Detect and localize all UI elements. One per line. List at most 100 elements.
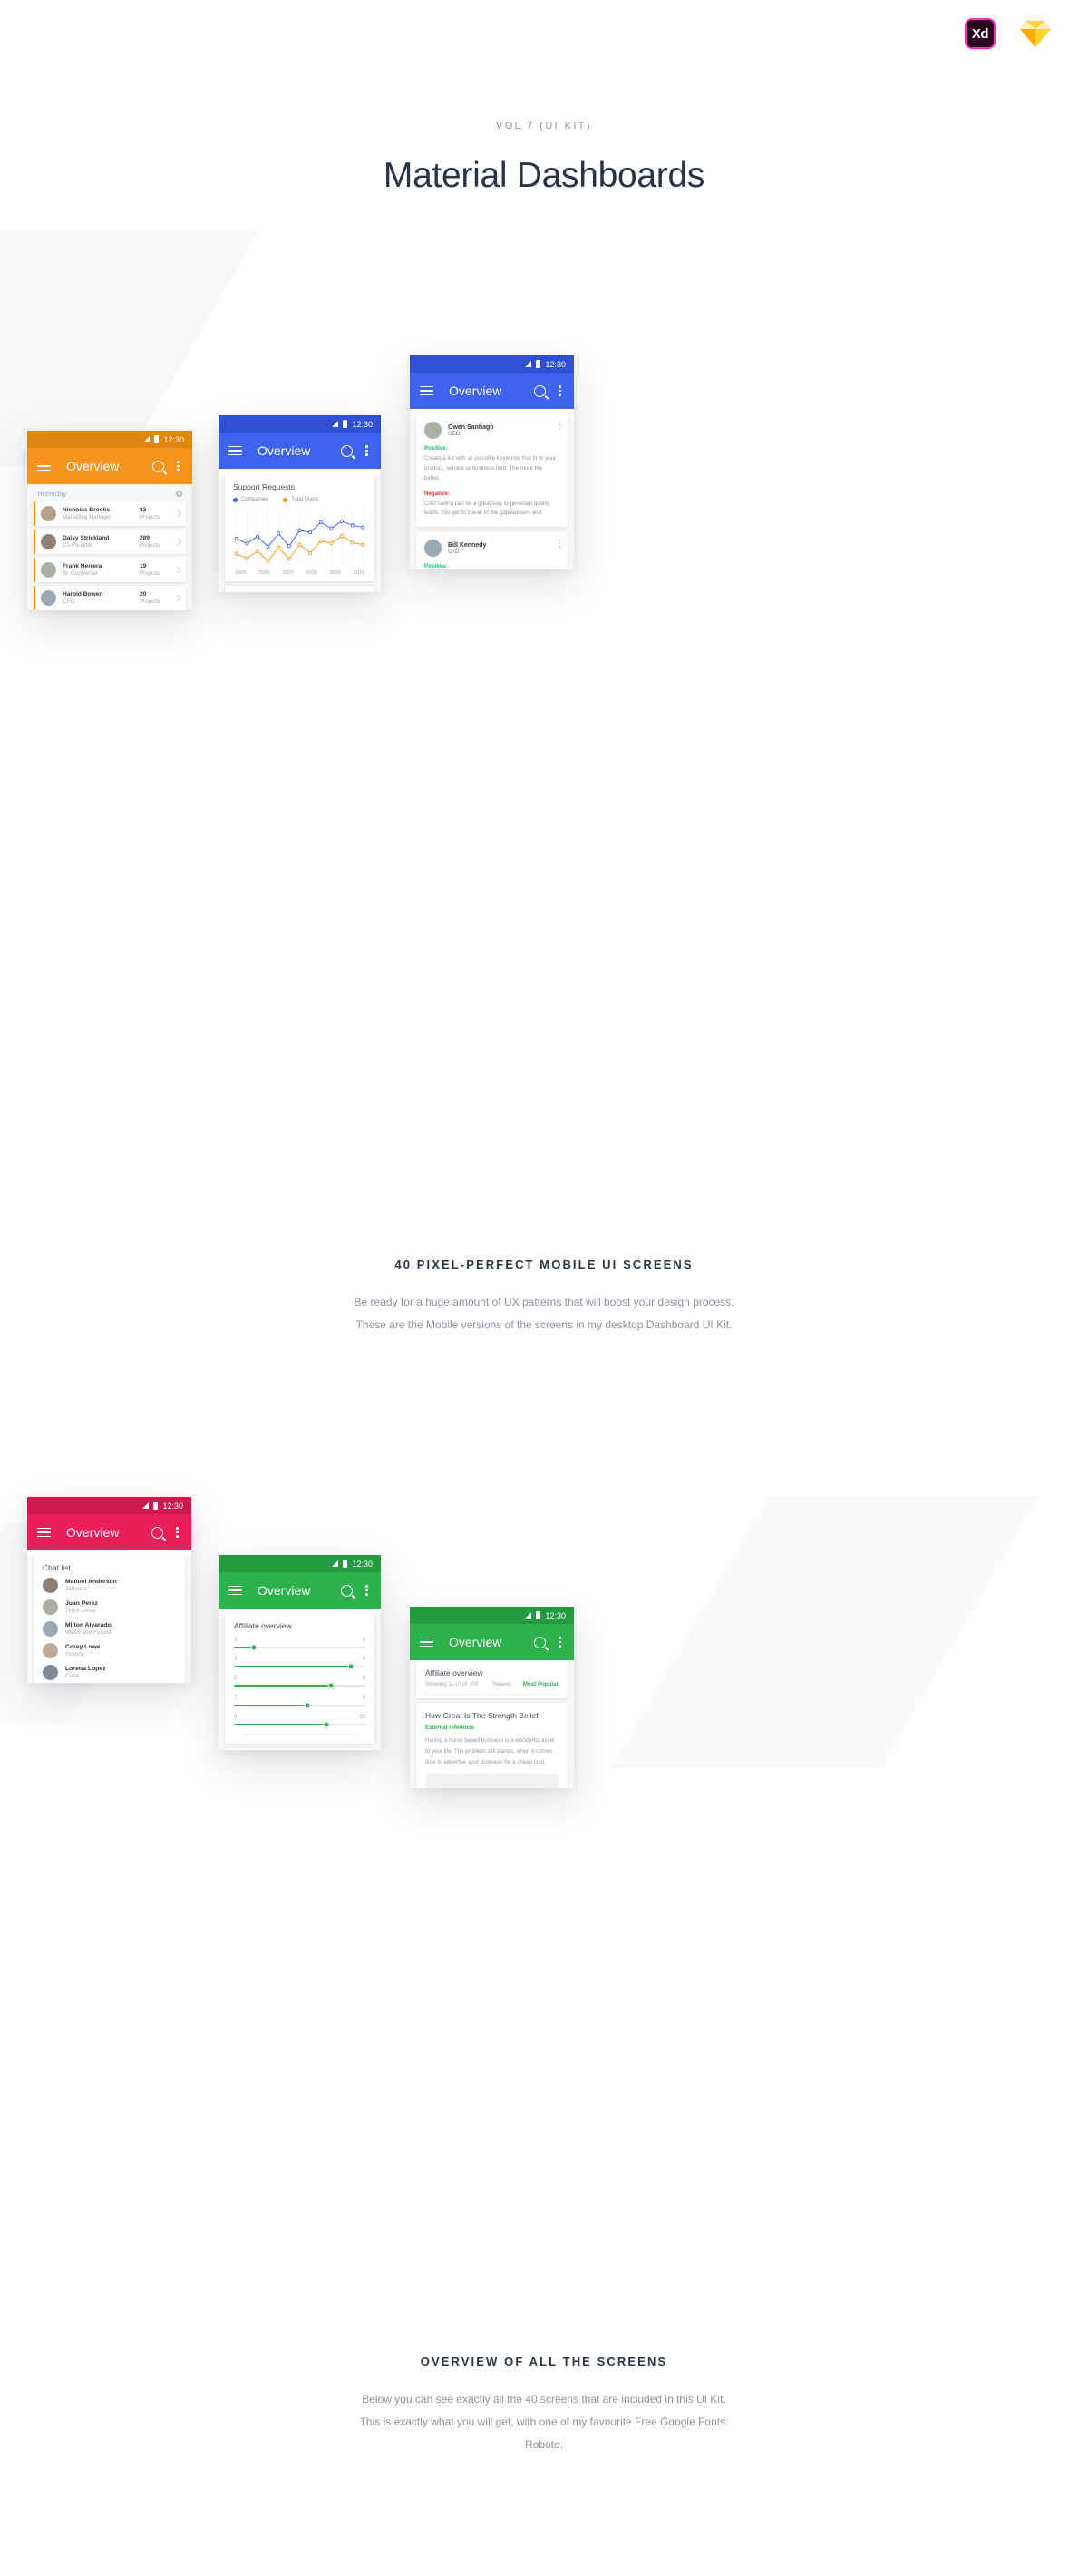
status-bar: 12:30 [410,1607,574,1624]
contact-location: Timor-Leste [65,1608,96,1614]
slider-fill [234,1666,352,1668]
more-vert-icon[interactable] [365,445,368,456]
search-icon[interactable] [152,460,165,472]
contact-row[interactable]: Manuel Anderson Jamaica [43,1578,176,1593]
search-icon[interactable] [534,1636,547,1648]
chevron-right-icon[interactable] [174,538,182,546]
slider-knob[interactable] [347,1663,355,1670]
screen-content: Yesterday Nicholas Brooks Marketing Manag… [27,484,192,610]
more-vert-icon[interactable] [365,1585,368,1596]
battery-icon [536,1611,541,1619]
signal-icon [332,1560,339,1567]
search-icon[interactable] [341,444,354,457]
status-bar: 12:30 [219,415,381,433]
app-bar: Overview [219,433,381,469]
slider-knob[interactable] [250,1644,257,1651]
app-bar-title: Overview [66,459,120,473]
format-icons: Xd [965,18,1052,49]
contact-row[interactable]: Milton Alvarado Wallis and Futuna [43,1621,176,1637]
more-vert-icon[interactable] [176,1527,179,1538]
avatar [43,1599,58,1615]
slider-row[interactable]: 12 [234,1638,365,1651]
slider-group: 1 2 3 4 5 6 7 8 9 10 [234,1638,365,1728]
contact-row[interactable]: Corey Lowe Greece [43,1643,176,1658]
search-icon[interactable] [534,384,547,397]
showing-count: Showing 1–10 of 300 [425,1681,479,1687]
chart-legend: Companies Total Users [233,497,366,502]
group-card[interactable]: Positive Thinking10:00inLos AngelesTeam … [225,586,374,592]
slider-row[interactable]: 78 [234,1696,365,1709]
sort-popular-button[interactable]: Most Popular [523,1681,559,1687]
x-tick-label: 2010 [353,570,364,576]
hamburger-menu-icon[interactable] [228,1585,242,1596]
list-item[interactable]: Frank Herrera Sr. Copywriter 19 Projects [34,558,186,582]
sketch-icon [1019,19,1052,48]
status-time: 12:30 [352,1559,373,1569]
line-chart [234,510,365,566]
slider-row[interactable]: 34 [234,1657,365,1670]
avatar [41,506,56,521]
slider-knob[interactable] [327,1682,335,1689]
more-vert-icon[interactable] [559,540,560,548]
battery-icon [343,1560,348,1568]
chevron-right-icon[interactable] [174,594,182,602]
status-bar: 12:30 [27,1497,191,1514]
app-bar-title: Overview [449,384,502,398]
battery-icon [536,360,541,368]
contact-row[interactable]: Loretta Lopez Cuba [43,1665,176,1680]
status-bar: 12:30 [219,1555,381,1572]
avatar [41,590,56,606]
negative-text: Cold calling can be a great way to gener… [424,500,550,517]
project-count: 19 [140,563,147,569]
people-list: Nicholas Brooks Marketing Manager 63 Projec… [27,501,192,610]
chart-title: Support Requests [233,482,296,491]
x-tick-label: 2007 [282,570,294,576]
slider-track[interactable] [234,1644,365,1651]
slider-row[interactable]: 9 10 [234,1715,365,1728]
chart-x-axis: 2005 2006 2007 2008 2009 2010 [233,570,366,576]
slider-row[interactable]: 56 [234,1676,365,1689]
contact-row[interactable]: Juan Perez Timor-Leste [43,1599,176,1615]
chat-list-title: Chat list [43,1563,71,1572]
status-bar: 12:30 [410,355,574,373]
list-item[interactable]: Daisy Strickland Co-Founder 289 Projects [34,530,186,554]
sort-newest-button[interactable]: Newest [492,1681,511,1687]
contact-location: Cuba [65,1673,80,1679]
avatar [43,1578,58,1593]
project-count: 63 [140,507,147,513]
slider-knob[interactable] [323,1721,329,1728]
card-title: Affiliate overview [234,1621,292,1630]
search-icon[interactable] [151,1526,164,1539]
hamburger-menu-icon[interactable] [420,385,433,396]
slider-track[interactable] [234,1663,365,1670]
hamburger-menu-icon[interactable] [37,461,51,471]
list-item[interactable]: Nicholas Brooks Marketing Manager 63 Projec… [34,501,186,526]
more-vert-icon[interactable] [177,461,180,471]
phone-mockup-green-articles: 12:30 Overview Affiliate overview Showin… [410,1607,574,1788]
slider-track[interactable] [234,1682,365,1689]
article-card[interactable]: How Great Is The Strength Belief External… [416,1703,568,1788]
avatar [41,534,56,549]
section-paragraph: Below you can see exactly all the 40 scr… [359,2393,729,2452]
chevron-right-icon[interactable] [174,566,182,574]
more-vert-icon[interactable] [559,385,561,396]
slider-track[interactable] [234,1702,365,1709]
screen-content: Affiliate overview Showing 1–10 of 300 N… [410,1660,574,1788]
hamburger-menu-icon[interactable] [37,1527,51,1538]
slider-track[interactable] [234,1721,365,1728]
gear-icon[interactable] [175,490,183,498]
x-tick-label: 2005 [235,570,247,576]
person-name: Bill Kennedy [448,541,487,549]
more-vert-icon[interactable] [559,422,560,430]
search-icon[interactable] [341,1584,354,1597]
hamburger-menu-icon[interactable] [420,1637,433,1648]
status-time: 12:30 [352,419,373,429]
chevron-right-icon[interactable] [174,510,182,518]
hamburger-menu-icon[interactable] [228,445,242,456]
phone-mockup-orange: 12:30 Overview Yesterday Nicholas Brooks… [27,431,192,610]
slider-knob[interactable] [304,1702,311,1709]
section-overview: OVERVIEW OF ALL THE SCREENS Below you ca… [0,2355,1088,2457]
more-vert-icon[interactable] [559,1637,561,1648]
list-item[interactable]: Harold Bowen CFO 20 Projects [34,586,186,610]
legend-entry: Total Users [283,497,318,502]
